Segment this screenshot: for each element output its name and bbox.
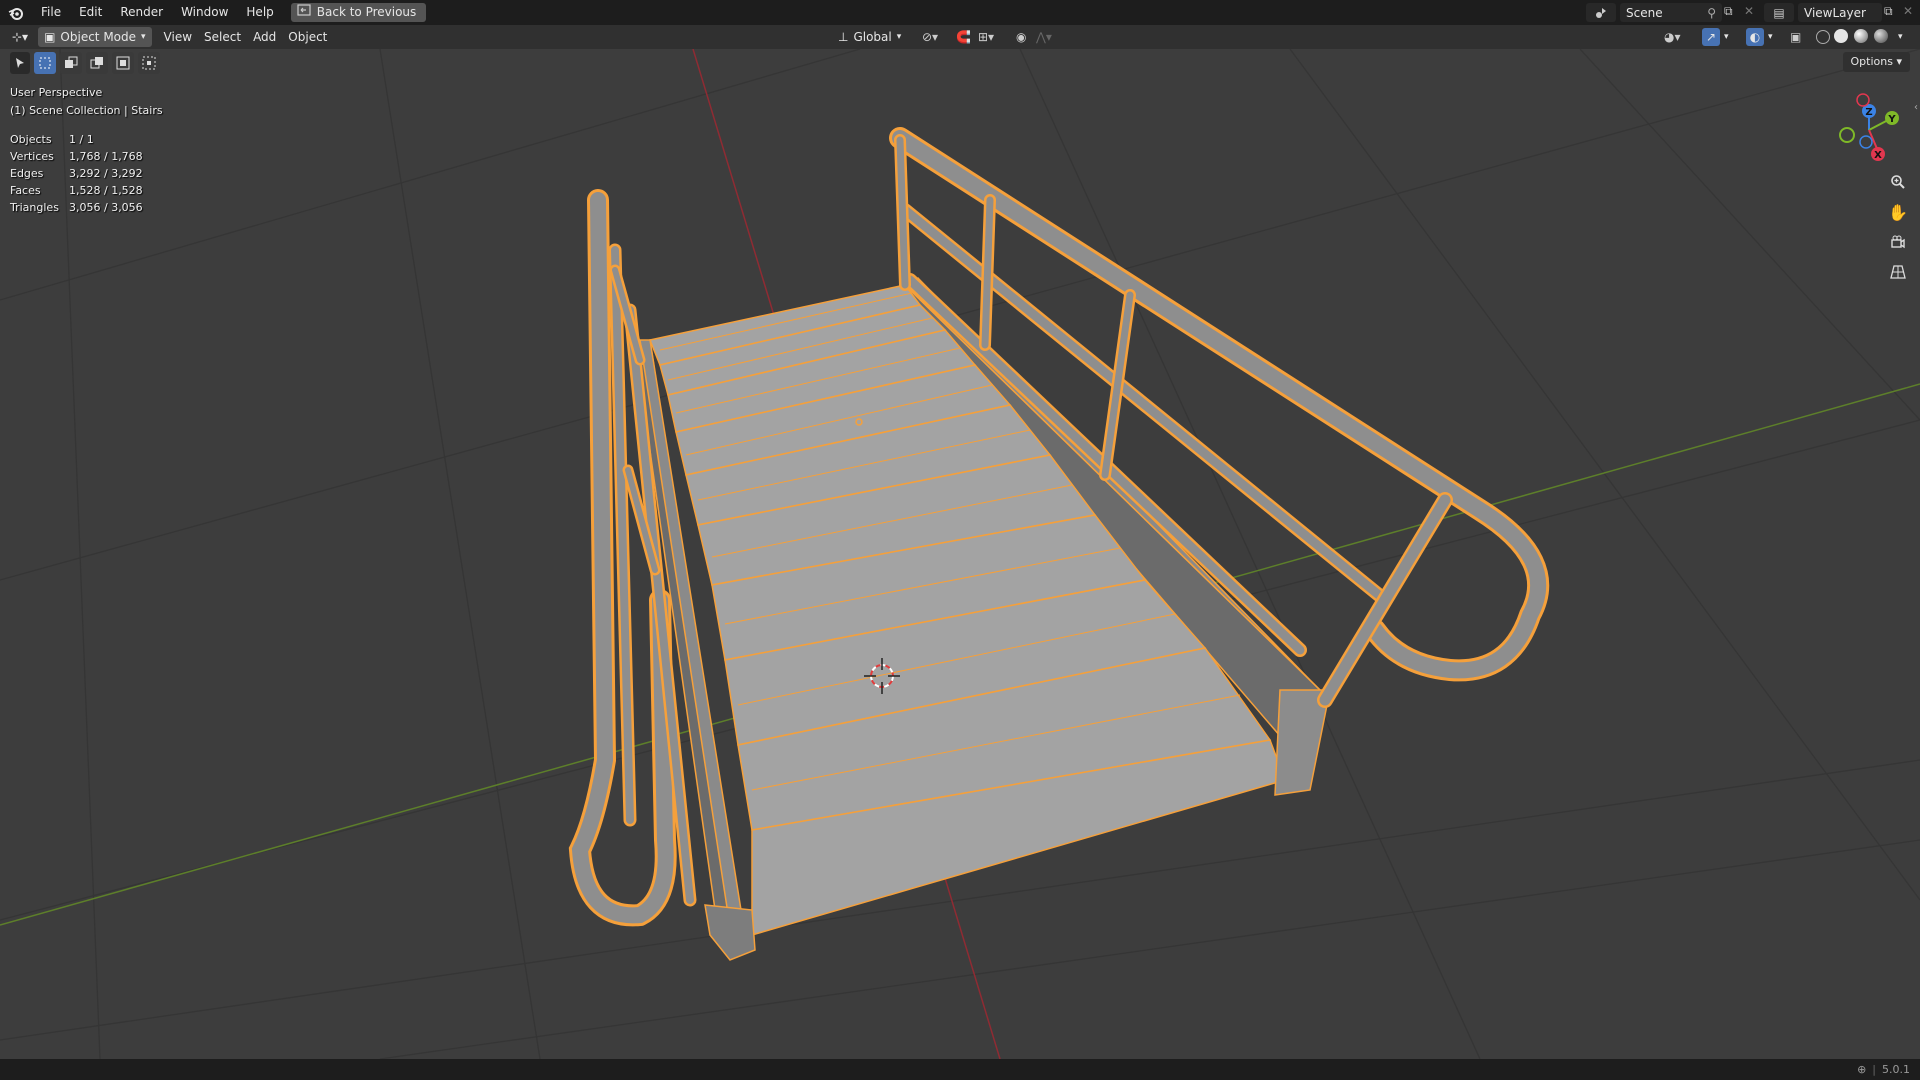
scene-field[interactable]: Scene ⚲ xyxy=(1620,3,1722,22)
falloff-icon[interactable]: ⋀▾ xyxy=(1036,30,1052,44)
viewport-header: ⊹▾ ▣ Object Mode ▾ View Select Add Objec… xyxy=(0,25,1920,49)
gizmo-z-label: Z xyxy=(1865,107,1872,118)
options-dropdown[interactable]: Options ▾ xyxy=(1842,52,1910,72)
select-mode-invert-icon[interactable] xyxy=(112,52,134,74)
statistics-overlay: Objects 1 / 1 Vertices 1,768 / 1,768 Edges… xyxy=(10,131,143,216)
pivot-point-icon[interactable]: ⊘▾ xyxy=(922,30,938,44)
object-mode-icon: ▣ xyxy=(44,30,56,44)
navigation-gizmo[interactable]: Z Y X xyxy=(1820,88,1920,168)
menu-view[interactable]: View xyxy=(158,27,198,47)
new-view-layer-icon[interactable]: ⧉ xyxy=(1884,4,1893,19)
select-tool-row xyxy=(10,52,160,74)
orientation-selector[interactable]: ⊥ Global ▾ xyxy=(838,27,901,47)
viewport-canvas xyxy=(0,49,1920,1059)
menu-select[interactable]: Select xyxy=(198,27,247,47)
status-bar: ⊕ | 5.0.1 xyxy=(0,1059,1920,1080)
xray-toggle-icon[interactable]: ▣ xyxy=(1790,30,1801,44)
orientation-icon: ⊥ xyxy=(838,30,849,44)
camera-view-icon[interactable] xyxy=(1884,228,1912,256)
menu-help[interactable]: Help xyxy=(237,0,282,25)
object-visibility-icon[interactable]: ◕▾ xyxy=(1664,30,1681,44)
gizmo-toggle-icon[interactable]: ↗ xyxy=(1702,28,1720,46)
tool-settings-icon[interactable] xyxy=(10,52,30,74)
delete-view-layer-icon[interactable]: ✕ xyxy=(1903,4,1913,18)
status-separator: | xyxy=(1872,1063,1876,1076)
editor-type-icon[interactable]: ⊹▾ xyxy=(6,27,34,47)
material-shading-icon[interactable] xyxy=(1854,29,1868,46)
options-label: Options xyxy=(1850,55,1893,68)
view-layer-name: ViewLayer xyxy=(1804,5,1866,20)
menu-window[interactable]: Window xyxy=(172,0,237,25)
scene-name: Scene xyxy=(1626,5,1663,20)
snap-icon[interactable]: 🧲 xyxy=(956,30,971,44)
menu-render[interactable]: Render xyxy=(111,0,172,25)
stat-edges: Edges 3,292 / 3,292 xyxy=(10,167,143,180)
select-mode-new-icon[interactable] xyxy=(34,52,56,74)
mode-label: Object Mode xyxy=(60,30,137,44)
gizmo-dropdown-icon[interactable]: ▾ xyxy=(1724,32,1729,42)
select-mode-subtract-icon[interactable] xyxy=(86,52,108,74)
gizmo-x-label: X xyxy=(1874,150,1882,161)
select-mode-extend-icon[interactable] xyxy=(60,52,82,74)
menu-edit[interactable]: Edit xyxy=(70,0,111,25)
view-layer-field[interactable]: ViewLayer xyxy=(1798,3,1882,22)
new-scene-icon[interactable]: ⧉ xyxy=(1724,4,1733,19)
back-to-previous-button[interactable]: Back to Previous xyxy=(290,3,427,22)
scene-selector-icon[interactable] xyxy=(1586,3,1616,22)
menu-object[interactable]: Object xyxy=(282,27,333,47)
view-layer-selector-icon[interactable]: ▤ xyxy=(1764,3,1794,22)
blender-logo-icon[interactable] xyxy=(0,0,32,25)
version-label: 5.0.1 xyxy=(1882,1063,1910,1076)
3d-viewport[interactable] xyxy=(0,49,1920,1059)
overlays-dropdown-icon[interactable]: ▾ xyxy=(1768,32,1773,42)
menu-add[interactable]: Add xyxy=(247,27,282,47)
proportional-editing-icon[interactable]: ◉ xyxy=(1016,30,1026,44)
orientation-label: Global xyxy=(853,30,892,44)
menu-file[interactable]: File xyxy=(32,0,70,25)
snap-target-icon[interactable]: ⊞▾ xyxy=(978,30,994,44)
stat-triangles: Triangles 3,056 / 3,056 xyxy=(10,201,143,214)
overlays-toggle-icon[interactable]: ◐ xyxy=(1746,28,1764,46)
rendered-shading-icon[interactable] xyxy=(1874,29,1888,46)
pin-icon[interactable]: ⚲ xyxy=(1707,6,1716,20)
shading-dropdown-icon[interactable]: ▾ xyxy=(1898,32,1903,42)
back-to-previous-label: Back to Previous xyxy=(316,5,417,19)
mode-selector[interactable]: ▣ Object Mode ▾ xyxy=(38,27,152,47)
wireframe-shading-icon[interactable] xyxy=(1816,30,1830,47)
stat-faces: Faces 1,528 / 1,528 xyxy=(10,184,143,197)
gizmo-y-label: Y xyxy=(1887,114,1896,125)
back-icon xyxy=(297,3,311,22)
perspective-toggle-icon[interactable] xyxy=(1884,258,1912,286)
collection-label: (1) Scene Collection | Stairs xyxy=(10,104,163,117)
network-icon: ⊕ xyxy=(1857,1063,1867,1076)
zoom-icon[interactable] xyxy=(1884,168,1912,196)
stat-vertices: Vertices 1,768 / 1,768 xyxy=(10,150,143,163)
perspective-label: User Perspective xyxy=(10,86,103,99)
chevron-down-icon: ▾ xyxy=(896,32,902,42)
stat-objects: Objects 1 / 1 xyxy=(10,133,94,146)
pan-hand-icon[interactable]: ✋ xyxy=(1884,198,1912,226)
select-mode-intersect-icon[interactable] xyxy=(138,52,160,74)
top-menu-bar: File Edit Render Window Help Back to Pre… xyxy=(0,0,1920,25)
delete-scene-icon[interactable]: ✕ xyxy=(1744,4,1754,18)
solid-shading-icon[interactable] xyxy=(1834,29,1848,46)
chevron-down-icon: ▾ xyxy=(141,32,146,42)
